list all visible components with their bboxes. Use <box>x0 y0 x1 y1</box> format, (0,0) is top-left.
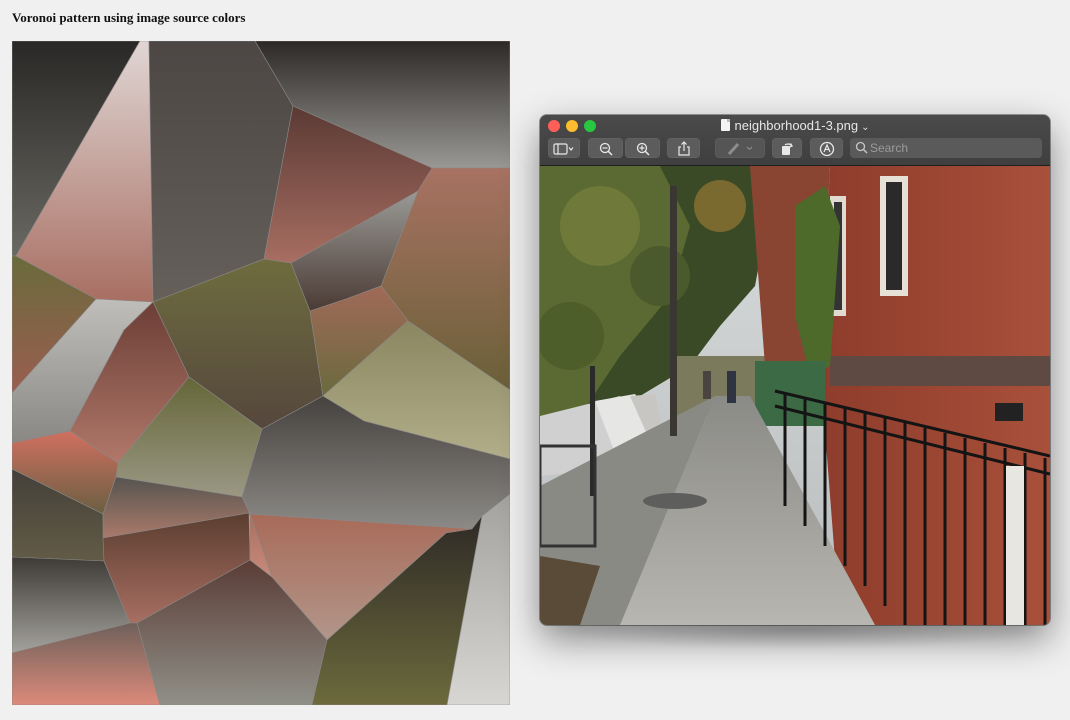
search-field[interactable] <box>850 138 1042 158</box>
page-title: Voronoi pattern using image source color… <box>12 10 246 25</box>
markup-icon <box>819 141 834 156</box>
preview-window[interactable]: neighborhood1-3.png ⌄ <box>540 115 1050 625</box>
sidebar-icon <box>553 142 574 155</box>
share-icon <box>677 141 690 156</box>
window-title[interactable]: neighborhood1-3.png ⌄ <box>540 118 1050 133</box>
search-input[interactable] <box>870 138 1035 158</box>
markup-pen-button[interactable] <box>715 138 765 158</box>
zoom-in-button[interactable] <box>625 138 660 158</box>
rotate-icon <box>782 143 793 155</box>
voronoi-pattern-canvas <box>12 41 510 705</box>
street-photo <box>540 166 1050 625</box>
share-button[interactable] <box>667 138 700 158</box>
markup-toolbar-button[interactable] <box>810 138 843 158</box>
window-titlebar[interactable]: neighborhood1-3.png ⌄ <box>540 115 1050 166</box>
window-filename: neighborhood1-3.png <box>734 118 859 133</box>
search-icon <box>855 141 868 154</box>
rotate-button[interactable] <box>772 138 802 158</box>
pen-icon <box>727 142 753 155</box>
sidebar-toggle-button[interactable] <box>548 138 580 158</box>
zoom-out-icon <box>599 142 613 156</box>
chevron-down-icon: ⌄ <box>861 122 870 133</box>
zoom-out-button[interactable] <box>588 138 623 158</box>
document-icon <box>720 119 730 131</box>
zoom-in-icon <box>636 142 650 156</box>
